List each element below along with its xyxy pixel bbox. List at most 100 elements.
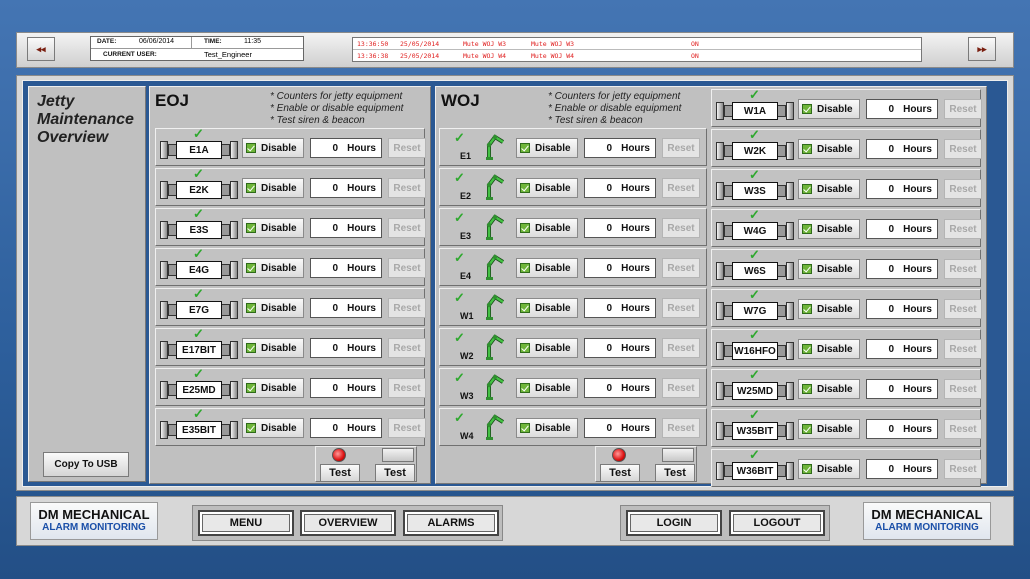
woj-0-reset-button[interactable]: Reset	[944, 99, 982, 119]
woj-6-reset-button[interactable]: Reset	[944, 339, 982, 359]
woj-6-tag[interactable]: W16HFO	[716, 340, 794, 362]
next-page-button[interactable]: ▸▸	[968, 37, 996, 61]
logout-button[interactable]: LOGOUT	[729, 510, 825, 536]
woj-8-disable-toggle[interactable]: Disable	[798, 419, 860, 439]
eoj-5-tag[interactable]: E17BIT	[160, 339, 238, 361]
woj-2-disable-toggle[interactable]: Disable	[798, 179, 860, 199]
eoj-3-reset-button[interactable]: Reset	[388, 258, 426, 278]
woj-0-hours-unit: Hours	[903, 103, 932, 115]
woj-5-row: ✓ W7G Disable 0 Hours Reset	[711, 288, 982, 327]
arm-6-disable-toggle[interactable]: Disable	[516, 378, 578, 398]
woj-5-reset-button[interactable]: Reset	[944, 299, 982, 319]
arm-2-hours-value: 0	[606, 222, 613, 234]
eoj-6-reset-button[interactable]: Reset	[388, 378, 426, 398]
arm-2-reset-button[interactable]: Reset	[662, 218, 700, 238]
woj-9-disable-label: Disable	[817, 463, 853, 475]
woj-9-reset-button[interactable]: Reset	[944, 459, 982, 479]
eoj-4-disable-toggle[interactable]: Disable	[242, 298, 304, 318]
eoj-7-disable-toggle[interactable]: Disable	[242, 418, 304, 438]
arm-0-reset-button[interactable]: Reset	[662, 138, 700, 158]
alarm-1-desc: Mute WOJ W3	[463, 40, 507, 48]
woj-2-reset-button[interactable]: Reset	[944, 179, 982, 199]
eoj-2-tag[interactable]: E3S	[160, 219, 238, 241]
woj-3-disable-toggle[interactable]: Disable	[798, 219, 860, 239]
woj-9-hours-value: 0	[888, 463, 895, 475]
woj-4-disable-toggle[interactable]: Disable	[798, 259, 860, 279]
arm-6-ok-icon: ✓	[454, 370, 465, 385]
arm-3-disable-label: Disable	[535, 262, 571, 274]
arm-7-disable-toggle[interactable]: Disable	[516, 418, 578, 438]
eoj-3-tag[interactable]: E4G	[160, 259, 238, 281]
overview-button[interactable]: OVERVIEW	[300, 510, 396, 536]
woj-6-disable-toggle[interactable]: Disable	[798, 339, 860, 359]
woj-5-tag[interactable]: W7G	[716, 300, 794, 322]
woj-1-tag[interactable]: W2K	[716, 140, 794, 162]
woj-notes: * Counters for jetty equipment * Enable o…	[548, 91, 682, 126]
woj-4-reset-button[interactable]: Reset	[944, 259, 982, 279]
eoj-5-disable-toggle[interactable]: Disable	[242, 338, 304, 358]
woj-7-disable-toggle[interactable]: Disable	[798, 379, 860, 399]
woj-0-row: ✓ W1A Disable 0 Hours Reset	[711, 88, 982, 127]
woj-beacon-test-button[interactable]: Test	[655, 464, 695, 482]
login-button[interactable]: LOGIN	[626, 510, 722, 536]
woj-0-tag[interactable]: W1A	[716, 100, 794, 122]
arm-4-disable-toggle[interactable]: Disable	[516, 298, 578, 318]
eoj-7-tag[interactable]: E35BIT	[160, 419, 238, 441]
woj-5-disable-toggle[interactable]: Disable	[798, 299, 860, 319]
woj-7-reset-button[interactable]: Reset	[944, 379, 982, 399]
arm-5-disable-toggle[interactable]: Disable	[516, 338, 578, 358]
woj-8-reset-button[interactable]: Reset	[944, 419, 982, 439]
woj-1-disable-label: Disable	[817, 143, 853, 155]
woj-3-tag[interactable]: W4G	[716, 220, 794, 242]
arm-4-reset-button[interactable]: Reset	[662, 298, 700, 318]
eoj-0-disable-toggle[interactable]: Disable	[242, 138, 304, 158]
eoj-1-reset-button[interactable]: Reset	[388, 178, 426, 198]
woj-1-reset-button[interactable]: Reset	[944, 139, 982, 159]
alarms-button[interactable]: ALARMS	[403, 510, 499, 536]
arm-0-disable-toggle[interactable]: Disable	[516, 138, 578, 158]
arm-7-ok-icon: ✓	[454, 410, 465, 425]
eoj-2-reset-button[interactable]: Reset	[388, 218, 426, 238]
alarm-banner[interactable]: 13:36:50 25/05/2014 Mute WOJ W3 Mute WOJ…	[352, 37, 922, 62]
eoj-1-disable-toggle[interactable]: Disable	[242, 178, 304, 198]
arm-5-reset-button[interactable]: Reset	[662, 338, 700, 358]
eoj-1-row: ✓ E2K Disable 0 Hours Reset	[155, 167, 426, 206]
copy-to-usb-button[interactable]: Copy To USB	[43, 452, 129, 477]
arm-7-reset-button[interactable]: Reset	[662, 418, 700, 438]
eoj-0-reset-button[interactable]: Reset	[388, 138, 426, 158]
arm-1-disable-toggle[interactable]: Disable	[516, 178, 578, 198]
woj-8-tag[interactable]: W35BIT	[716, 420, 794, 442]
eoj-7-reset-button[interactable]: Reset	[388, 418, 426, 438]
arm-5-ok-icon: ✓	[454, 330, 465, 345]
woj-9-disable-toggle[interactable]: Disable	[798, 459, 860, 479]
eoj-beacon-test-button[interactable]: Test	[375, 464, 415, 482]
menu-button[interactable]: MENU	[198, 510, 294, 536]
woj-2-tag[interactable]: W3S	[716, 180, 794, 202]
woj-4-tag[interactable]: W6S	[716, 260, 794, 282]
eoj-2-disable-label: Disable	[261, 222, 297, 234]
woj-siren-test-button[interactable]: Test	[600, 464, 640, 482]
eoj-6-tag[interactable]: E25MD	[160, 379, 238, 401]
arm-2-disable-toggle[interactable]: Disable	[516, 218, 578, 238]
eoj-5-reset-button[interactable]: Reset	[388, 338, 426, 358]
eoj-0-tag[interactable]: E1A	[160, 139, 238, 161]
arm-6-reset-button[interactable]: Reset	[662, 378, 700, 398]
woj-7-tag[interactable]: W25MD	[716, 380, 794, 402]
eoj-2-disable-toggle[interactable]: Disable	[242, 218, 304, 238]
eoj-3-disable-toggle[interactable]: Disable	[242, 258, 304, 278]
arm-5-hours-unit: Hours	[621, 342, 650, 354]
previous-page-button[interactable]: ◂◂	[27, 37, 55, 61]
eoj-4-reset-button[interactable]: Reset	[388, 298, 426, 318]
woj-1-disable-toggle[interactable]: Disable	[798, 139, 860, 159]
arm-3-disable-toggle[interactable]: Disable	[516, 258, 578, 278]
woj-3-reset-button[interactable]: Reset	[944, 219, 982, 239]
eoj-4-tag[interactable]: E7G	[160, 299, 238, 321]
woj-0-disable-toggle[interactable]: Disable	[798, 99, 860, 119]
eoj-1-tag[interactable]: E2K	[160, 179, 238, 201]
session-info-box: DATE: 06/06/2014 TIME: 11:35 CURRENT USE…	[90, 36, 304, 61]
woj-9-tag[interactable]: W36BIT	[716, 460, 794, 482]
arm-1-reset-button[interactable]: Reset	[662, 178, 700, 198]
arm-3-reset-button[interactable]: Reset	[662, 258, 700, 278]
eoj-6-disable-toggle[interactable]: Disable	[242, 378, 304, 398]
eoj-siren-test-button[interactable]: Test	[320, 464, 360, 482]
